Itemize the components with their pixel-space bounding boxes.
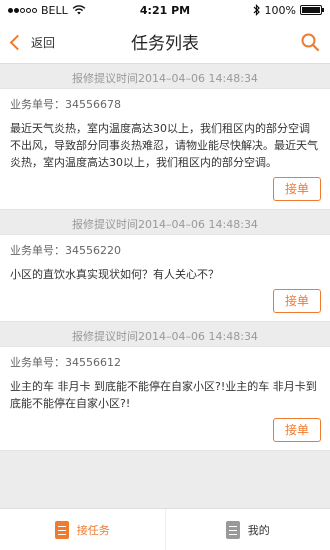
task-content: 最近天气炎热，室内温度高达30以上，我们租区内的部分空调不出风，导致部分同事炎热… — [10, 122, 318, 169]
signal-strength-icon — [8, 7, 37, 13]
status-bar: BELL 4:21 PM 100% — [0, 0, 330, 20]
task-item: 报修提议时间2014–04–06 14:48:34 业务单号：34556612 … — [0, 322, 330, 451]
tab-my-tasks[interactable]: 我的 — [164, 509, 330, 550]
task-actions: 接单 — [0, 412, 330, 450]
status-left: BELL — [8, 4, 86, 17]
task-card: 业务单号：34556220 小区的直饮水真实现状如何？有人关心不？ 接单 — [0, 234, 330, 322]
task-number: 业务单号：34556612 — [10, 356, 121, 369]
task-card: 业务单号：34556678 最近天气炎热，室内温度高达30以上，我们租区内的部分… — [0, 88, 330, 210]
chevron-left-icon — [9, 34, 26, 50]
tab-bar: 接任务 我的 — [0, 508, 330, 550]
status-right: 100% — [253, 3, 324, 17]
task-content: 业主的车 非月卡 到底能不能停在自家小区?!业主的车 非月卡到底能不能停在自家小… — [10, 380, 317, 410]
tab-label: 我的 — [247, 523, 270, 537]
page-title: 任务列表 — [131, 34, 199, 54]
battery-percent: 100% — [264, 3, 296, 17]
search-icon[interactable] — [300, 32, 320, 52]
my-tasks-icon — [225, 520, 240, 539]
tab-accept-tasks[interactable]: 接任务 — [0, 509, 165, 550]
accept-task-button[interactable]: 接单 — [273, 418, 321, 442]
task-number: 业务单号：34556678 — [10, 98, 121, 111]
back-label: 返回 — [31, 35, 56, 50]
wifi-icon — [72, 5, 86, 15]
task-item: 报修提议时间2014–04–06 14:48:34 业务单号：34556678 … — [0, 64, 330, 210]
task-card: 业务单号：34556612 业主的车 非月卡 到底能不能停在自家小区?!业主的车… — [0, 346, 330, 451]
back-button[interactable]: 返回 — [8, 20, 55, 64]
nav-bar: 返回 任务列表 — [0, 20, 330, 64]
carrier-label: BELL — [41, 3, 68, 17]
task-time: 报修提议时间2014–04–06 14:48:34 — [72, 218, 258, 231]
accept-task-button[interactable]: 接单 — [273, 177, 321, 201]
task-time: 报修提议时间2014–04–06 14:48:34 — [72, 330, 258, 343]
task-time: 报修提议时间2014–04–06 14:48:34 — [72, 72, 258, 85]
task-content: 小区的直饮水真实现状如何？有人关心不？ — [10, 268, 219, 281]
battery-fill — [302, 7, 320, 13]
task-actions: 接单 — [0, 283, 330, 321]
task-list[interactable]: 报修提议时间2014–04–06 14:48:34 业务单号：34556678 … — [0, 64, 330, 508]
task-item: 报修提议时间2014–04–06 14:48:34 业务单号：34556220 … — [0, 210, 330, 322]
task-number: 业务单号：34556220 — [10, 244, 121, 257]
task-actions: 接单 — [0, 171, 330, 209]
battery-icon — [300, 5, 324, 15]
accept-task-button[interactable]: 接单 — [273, 289, 321, 313]
bluetooth-icon — [253, 4, 260, 16]
task-list-icon — [54, 520, 69, 539]
tab-label: 接任务 — [76, 523, 110, 537]
